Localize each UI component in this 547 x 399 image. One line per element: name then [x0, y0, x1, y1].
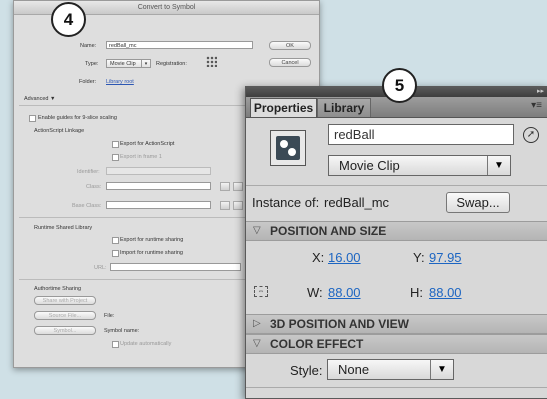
authortime-sharing-heading: Authortime Sharing [34, 286, 82, 292]
base-class-input[interactable] [106, 201, 211, 209]
update-auto-checkbox[interactable] [112, 341, 119, 348]
symbol-type-select[interactable]: Movie Clip ▼ [328, 155, 511, 176]
class-input[interactable] [106, 182, 211, 190]
swap-button[interactable]: Swap... [446, 192, 510, 213]
registration-grid-icon[interactable] [206, 56, 217, 67]
h-value[interactable]: 88.00 [429, 285, 462, 300]
section-label: COLOR EFFECT [270, 337, 364, 351]
ok-button[interactable]: OK [269, 41, 311, 50]
import-runtime-label: Import for runtime sharing [120, 250, 183, 256]
link-arrow-icon[interactable]: ➚ [523, 127, 539, 143]
source-file-button[interactable]: Source File... [34, 311, 96, 320]
y-label: Y: [413, 250, 425, 265]
tab-properties[interactable]: Properties [250, 98, 317, 117]
export-frame1-label: Export in frame 1 [120, 154, 162, 160]
export-runtime-checkbox[interactable] [112, 237, 119, 244]
actionscript-linkage-heading: ActionScript Linkage [34, 128, 85, 134]
chevron-down-icon: ▼ [487, 156, 510, 175]
collapse-triangle-icon: ▽ [253, 225, 261, 236]
w-value[interactable]: 88.00 [328, 285, 361, 300]
runtime-shared-library-heading: Runtime Shared Library [34, 225, 93, 231]
y-value[interactable]: 97.95 [429, 250, 462, 265]
name-input[interactable]: redBall_mc [106, 41, 253, 49]
callout-4: 4 [51, 2, 86, 37]
class-label: Class: [86, 184, 102, 190]
divider [246, 387, 547, 388]
style-label: Style: [290, 363, 323, 378]
chevron-down-icon: ▼ [430, 360, 453, 379]
position-size-section-header[interactable]: ▽ POSITION AND SIZE [246, 221, 547, 241]
properties-panel: ▸▸ Properties Library ▾≡ redBall ➚ Movie… [245, 86, 547, 399]
update-auto-label: Update automatically [120, 341, 172, 347]
advanced-toggle[interactable]: Advanced ▼ [24, 96, 55, 102]
symbol-name-label: Symbol name: [104, 328, 140, 334]
export-frame1-checkbox[interactable] [112, 154, 119, 161]
import-runtime-checkbox[interactable] [112, 250, 119, 257]
symbol-type-value: Movie Clip [339, 158, 400, 173]
x-value[interactable]: 16.00 [328, 250, 361, 265]
chevron-down-icon: ▾ [141, 60, 150, 67]
folder-label: Folder: [79, 79, 97, 85]
color-effect-section-header[interactable]: ▽ COLOR EFFECT [246, 334, 547, 354]
export-actionscript-checkbox[interactable] [112, 141, 119, 148]
section-label: 3D POSITION AND VIEW [270, 317, 409, 331]
type-label: Type: [85, 61, 99, 67]
h-label: H: [410, 285, 423, 300]
divider [246, 185, 547, 186]
identifier-input[interactable] [106, 167, 211, 175]
callout-5: 5 [382, 68, 417, 103]
validate-class-icon[interactable] [220, 182, 230, 191]
instance-name-input[interactable]: redBall [328, 124, 514, 145]
folder-link[interactable]: Library root [106, 79, 134, 85]
w-label: W: [307, 285, 323, 300]
symbol-button[interactable]: Symbol... [34, 326, 96, 335]
export-actionscript-label: Export for ActionScript [120, 141, 175, 147]
share-with-project-button[interactable]: Share with Project [34, 296, 96, 305]
nine-slice-label: Enable guides for 9-slice scaling [38, 115, 117, 121]
file-label: File: [104, 313, 115, 319]
base-class-label: Base Class: [72, 203, 102, 209]
movie-clip-symbol-icon [270, 130, 306, 166]
name-label: Name: [80, 43, 97, 49]
edit-class-icon[interactable] [233, 182, 243, 191]
url-input[interactable] [110, 263, 241, 271]
collapse-arrows-icon[interactable]: ▸▸ [537, 87, 544, 95]
identifier-label: Identifier: [77, 169, 100, 175]
cancel-button[interactable]: Cancel [269, 58, 311, 67]
validate-base-class-icon[interactable] [220, 201, 230, 210]
style-select[interactable]: None ▼ [327, 359, 454, 380]
registration-label: Registration: [156, 61, 187, 67]
instance-of-value: redBall_mc [324, 195, 390, 210]
collapse-triangle-icon: ▽ [253, 338, 261, 349]
instance-of-label: Instance of: [252, 195, 320, 210]
x-label: X: [312, 250, 325, 265]
type-select-value: Movie Clip [110, 61, 136, 67]
section-label: POSITION AND SIZE [270, 224, 387, 238]
3d-position-section-header[interactable]: ▷ 3D POSITION AND VIEW [246, 314, 547, 334]
panel-menu-icon[interactable]: ▾≡ [531, 100, 542, 111]
tab-library[interactable]: Library [317, 98, 371, 117]
type-select[interactable]: Movie Clip ▾ [106, 59, 151, 68]
edit-base-class-icon[interactable] [233, 201, 243, 210]
nine-slice-checkbox[interactable] [29, 115, 36, 122]
url-label: URL: [94, 265, 107, 271]
export-runtime-label: Export for runtime sharing [120, 237, 184, 243]
expand-triangle-icon: ▷ [253, 318, 261, 329]
constrain-proportions-icon[interactable]: ⇔ [254, 286, 268, 297]
style-value: None [338, 362, 370, 377]
